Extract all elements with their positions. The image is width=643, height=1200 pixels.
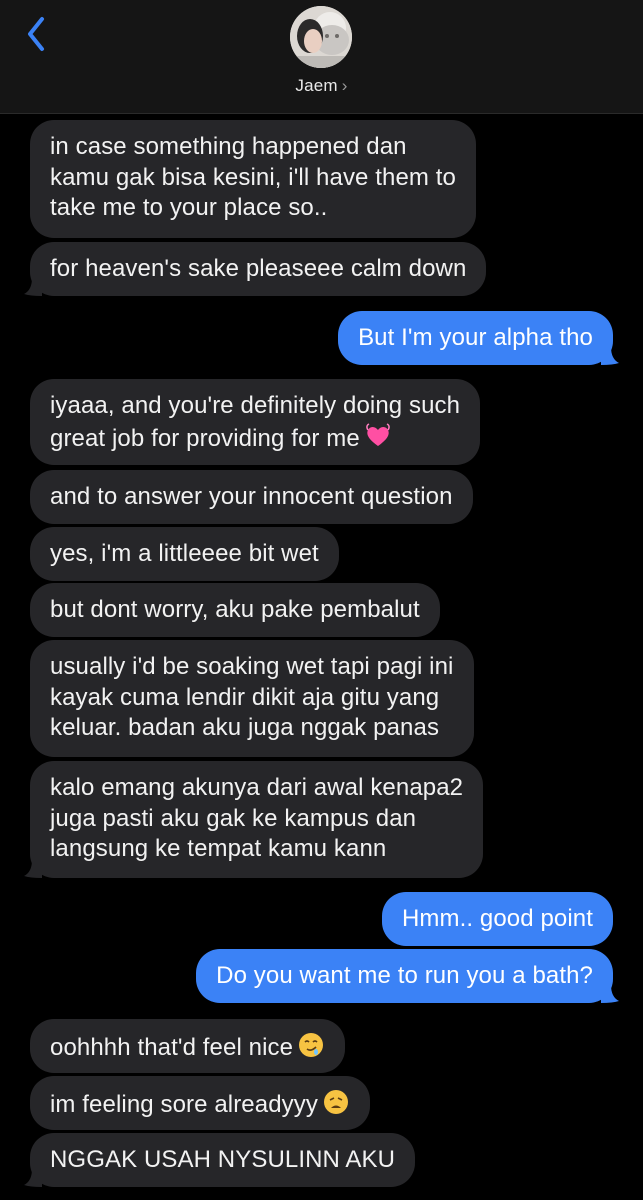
incoming-message-bubble[interactable]: kalo emang akunya dari awal kenapa2 juga … bbox=[30, 761, 484, 878]
chevron-right-icon: › bbox=[341, 76, 348, 95]
message-text: kayak cuma lendir dikit aja gitu yang bbox=[50, 683, 440, 711]
message-text: im feeling sore alreadyyy bbox=[50, 1091, 318, 1118]
message-text-line: oohhhh that'd feel nice bbox=[50, 1031, 325, 1064]
incoming-message-bubble[interactable]: usually i'd be soaking wet tapi pagi ini… bbox=[30, 640, 474, 757]
conversation-header: Jaem › bbox=[0, 0, 643, 114]
message-text-line: for heaven's sake pleaseee calm down bbox=[50, 254, 466, 285]
message-text: iyaaa, and you're definitely doing such bbox=[50, 392, 461, 419]
outgoing-message-bubble[interactable]: But I'm your alpha tho bbox=[338, 311, 613, 365]
message-text-line: keluar. badan aku juga nggak panas bbox=[50, 713, 454, 744]
message-text: but dont worry, aku pake pembalut bbox=[50, 596, 420, 623]
message-text: NGGAK USAH NYSULINN AKU bbox=[50, 1146, 396, 1173]
avatar[interactable] bbox=[290, 6, 352, 68]
back-chevron-icon bbox=[28, 17, 44, 51]
incoming-message-bubble[interactable]: im feeling sore alreadyyy bbox=[30, 1076, 370, 1130]
message-text-line: kamu gak bisa kesini, i'll have them to bbox=[50, 163, 456, 194]
message-text: Hmm.. good point bbox=[401, 905, 593, 932]
avatar-image bbox=[290, 6, 352, 68]
weary-face-emoji-icon bbox=[323, 1090, 348, 1114]
message-text: langsung ke tempat kamu kann bbox=[50, 835, 387, 862]
message-thread[interactable]: in case something happened dan kamu gak b… bbox=[0, 113, 643, 1200]
bubble-tail-icon bbox=[24, 1169, 42, 1187]
message-text: and to answer your innocent question bbox=[50, 483, 453, 510]
incoming-message-bubble[interactable]: NGGAK USAH NYSULINN AKU bbox=[30, 1133, 416, 1187]
message-text: oohhhh that'd feel nice bbox=[50, 1034, 294, 1061]
message-text-line: kalo emang akunya dari awal kenapa2 bbox=[50, 773, 463, 804]
incoming-message-bubble[interactable]: in case something happened dan kamu gak b… bbox=[30, 120, 477, 238]
message-text-line: NGGAK USAH NYSULINN AKU bbox=[50, 1145, 395, 1176]
message-text: But I'm your alpha tho bbox=[358, 324, 593, 351]
message-text: juga pasti aku gak ke kampus dan bbox=[50, 804, 417, 832]
incoming-message-bubble[interactable]: iyaaa, and you're definitely doing such g… bbox=[30, 379, 481, 465]
message-text: for heaven's sake pleaseee calm down bbox=[50, 255, 467, 282]
message-text-line: iyaaa, and you're definitely doing such bbox=[50, 391, 460, 422]
incoming-message-bubble[interactable]: yes, i'm a littleeee bit wet bbox=[30, 527, 339, 581]
message-text: keluar. badan aku juga nggak panas bbox=[50, 714, 440, 741]
message-text: take me to your place so.. bbox=[50, 194, 328, 221]
incoming-message-bubble[interactable]: for heaven's sake pleaseee calm down bbox=[30, 242, 487, 296]
message-text-line: kayak cuma lendir dikit aja gitu yang bbox=[50, 683, 454, 714]
contact-name[interactable]: Jaem › bbox=[0, 76, 643, 96]
heart-emoji-icon bbox=[365, 422, 390, 446]
message-text: kamu gak bisa kesini, i'll have them to bbox=[50, 163, 457, 191]
message-text: in case something happened dan bbox=[50, 133, 407, 160]
message-text-line: usually i'd be soaking wet tapi pagi ini bbox=[50, 652, 454, 683]
message-text: great job for providing for me bbox=[50, 424, 360, 452]
message-text-line: but dont worry, aku pake pembalut bbox=[50, 595, 420, 626]
message-text-line: great job for providing for me bbox=[50, 422, 460, 455]
contact-name-label: Jaem bbox=[295, 76, 338, 95]
message-text-line: But I'm your alpha tho bbox=[358, 323, 593, 354]
message-text-line: juga pasti aku gak ke kampus dan bbox=[50, 804, 463, 835]
message-text-line: and to answer your innocent question bbox=[50, 482, 453, 513]
message-text-line: Do you want me to run you a bath? bbox=[216, 961, 593, 992]
bubble-tail-icon bbox=[24, 278, 42, 296]
outgoing-message-bubble[interactable]: Do you want me to run you a bath? bbox=[196, 949, 613, 1003]
message-text: yes, i'm a littleeee bit wet bbox=[50, 540, 319, 567]
message-text-line: take me to your place so.. bbox=[50, 193, 456, 224]
message-text-line: langsung ke tempat kamu kann bbox=[50, 834, 463, 865]
message-text: usually i'd be soaking wet tapi pagi ini bbox=[50, 653, 454, 680]
message-text: kalo emang akunya dari awal kenapa2 bbox=[50, 774, 464, 801]
message-text-line: yes, i'm a littleeee bit wet bbox=[50, 539, 319, 570]
outgoing-message-bubble[interactable]: Hmm.. good point bbox=[381, 892, 613, 946]
message-text-line: in case something happened dan bbox=[50, 132, 456, 163]
incoming-message-bubble[interactable]: and to answer your innocent question bbox=[30, 470, 473, 524]
bubble-tail-icon bbox=[24, 860, 42, 878]
bubble-tail-icon bbox=[601, 985, 619, 1003]
bubble-tail-icon bbox=[601, 347, 619, 365]
message-text: Do you want me to run you a bath? bbox=[216, 962, 593, 989]
drooling-face-emoji-icon bbox=[299, 1033, 324, 1057]
back-button[interactable] bbox=[20, 14, 54, 54]
incoming-message-bubble[interactable]: but dont worry, aku pake pembalut bbox=[30, 583, 440, 637]
incoming-message-bubble[interactable]: oohhhh that'd feel nice bbox=[30, 1019, 346, 1073]
message-text-line: im feeling sore alreadyyy bbox=[50, 1088, 350, 1121]
message-text-line: Hmm.. good point bbox=[402, 904, 593, 935]
